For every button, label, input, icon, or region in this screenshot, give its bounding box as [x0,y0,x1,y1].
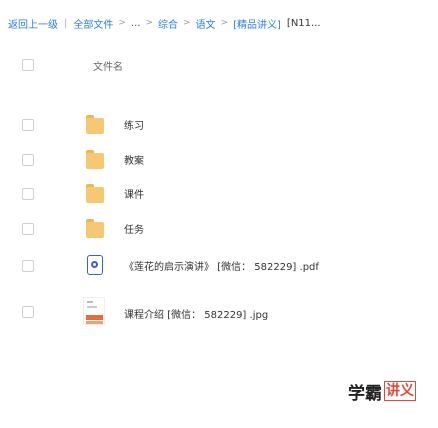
back-link[interactable]: 返回上一级 [8,16,58,31]
breadcrumb-ellipsis[interactable]: ... [131,18,141,29]
file-name[interactable]: 教案 [124,152,144,167]
file-row[interactable]: 练习 [0,112,438,138]
logo-text: 学霸 [348,383,382,404]
breadcrumb-item-2[interactable]: [精品讲义] [233,16,281,31]
folder-icon [86,114,106,136]
file-row[interactable]: 课程介绍 [微信： 582229] .jpg [0,296,438,330]
chevron-right-icon: > [220,18,229,28]
file-row[interactable]: 《莲花的启示演讲》 [微信： 582229] .pdf [0,253,438,279]
row-checkbox[interactable] [22,119,34,131]
breadcrumb-item-1[interactable]: 语文 [196,16,216,31]
row-checkbox[interactable] [22,154,34,166]
file-row[interactable]: 任务 [0,216,438,242]
file-name[interactable]: 任务 [124,221,144,236]
file-name[interactable]: 课件 [124,186,144,201]
chevron-right-icon: > [118,18,126,28]
column-header-filename[interactable]: 文件名 [93,58,123,73]
folder-icon [86,183,106,205]
image-thumbnail-icon [83,297,105,325]
breadcrumb-divider: | [64,17,68,29]
row-checkbox[interactable] [22,260,34,272]
file-name[interactable]: 练习 [124,117,144,132]
breadcrumb-current: [N11... [286,17,321,29]
file-row[interactable]: 课件 [0,181,438,207]
pdf-file-icon [86,255,106,277]
breadcrumb-item-0[interactable]: 综合 [158,16,178,31]
folder-icon [86,218,106,240]
chevron-right-icon: > [183,18,191,28]
file-name[interactable]: 课程介绍 [微信： 582229] .jpg [124,306,268,321]
file-row[interactable]: 教案 [0,147,438,173]
chevron-right-icon: > [145,18,154,28]
row-checkbox[interactable] [22,223,34,235]
folder-icon [86,149,106,171]
breadcrumb: 返回上一级 | 全部文件 > ... > 综合 > 语文 > [精品讲义] [N… [8,14,438,32]
file-name[interactable]: 《莲花的启示演讲》 [微信： 582229] .pdf [124,258,319,273]
file-list-header: 文件名 [18,56,418,78]
row-checkbox[interactable] [22,188,34,200]
all-files-link[interactable]: 全部文件 [73,16,113,31]
logo-mark: 讲义 [384,381,416,401]
row-checkbox[interactable] [22,306,34,318]
watermark-logo: 学霸 讲义 [348,378,416,404]
select-all-checkbox[interactable] [22,59,34,71]
